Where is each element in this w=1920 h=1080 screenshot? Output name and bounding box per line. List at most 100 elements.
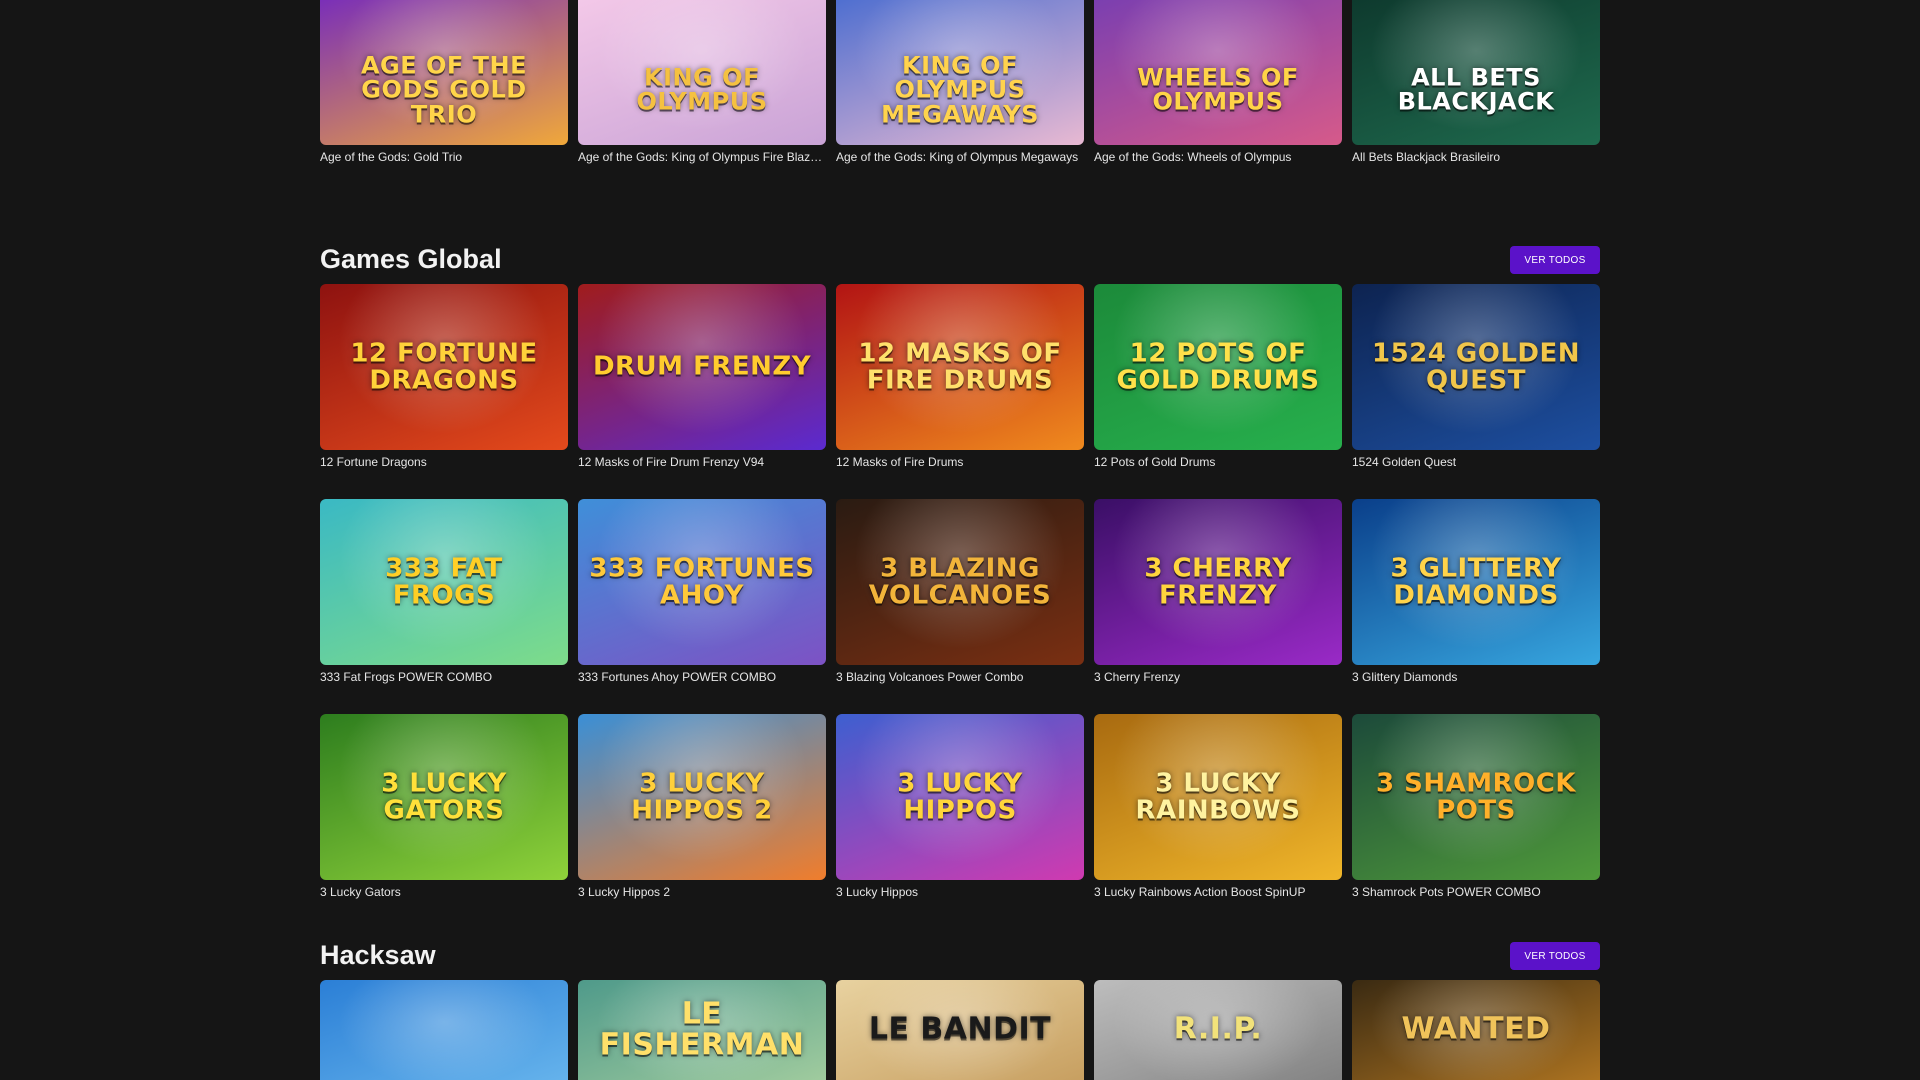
game-grid-games-global: 12 FORTUNE DRAGONS 12 Fortune Dragons DRUM… bbox=[320, 284, 1600, 899]
game-logo-text: 3 GLITTERY DIAMONDS bbox=[1390, 553, 1562, 610]
game-logo-text: KING OF OLYMPUS bbox=[636, 63, 768, 116]
game-logo-text: KING OF OLYMPUS MEGAWAYS bbox=[881, 51, 1039, 129]
game-thumbnail[interactable]: 3 LUCKY RAINBOWS bbox=[1094, 714, 1342, 880]
game-logo-text: 333 FAT FROGS bbox=[385, 553, 503, 610]
casino-page: AGE OF THE GODS GOLD TRIO Age of the Gods… bbox=[0, 0, 1920, 1080]
game-logo-text: 3 BLAZING VOLCANOES bbox=[868, 553, 1052, 610]
game-card[interactable]: 3 LUCKY HIPPOS 2 3 Lucky Hippos 2 bbox=[578, 714, 826, 899]
game-logo-text: 3 SHAMROCK POTS bbox=[1376, 768, 1576, 825]
game-card[interactable]: 3 GLITTERY DIAMONDS 3 Glittery Diamonds bbox=[1352, 499, 1600, 684]
game-thumbnail[interactable]: KING OF OLYMPUS MEGAWAYS bbox=[836, 0, 1084, 145]
game-thumbnail[interactable]: LE FISHERMAN bbox=[578, 980, 826, 1080]
game-card[interactable]: 12 POTS OF GOLD DRUMS 12 Pots of Gold Dru… bbox=[1094, 284, 1342, 469]
game-card[interactable]: KING OF OLYMPUS MEGAWAYS Age of the Gods:… bbox=[836, 0, 1084, 164]
game-logo-text: WHEELS OF OLYMPUS bbox=[1137, 63, 1299, 116]
game-logo-text: WANTED bbox=[1401, 1012, 1551, 1048]
see-all-button[interactable]: VER TODOS bbox=[1510, 942, 1600, 970]
game-card[interactable]: 3 BLAZING VOLCANOES 3 Blazing Volcanoes P… bbox=[836, 499, 1084, 684]
game-card[interactable]: 3 LUCKY RAINBOWS 3 Lucky Rainbows Action … bbox=[1094, 714, 1342, 899]
game-card[interactable]: 333 FAT FROGS 333 Fat Frogs POWER COMBO bbox=[320, 499, 568, 684]
game-logo-text: 3 LUCKY HIPPOS 2 bbox=[631, 768, 773, 825]
artwork-glow bbox=[320, 980, 568, 1080]
game-logo-text: DRUM FRENZY bbox=[592, 351, 812, 382]
game-logo-text: R.I.P. bbox=[1173, 1012, 1263, 1048]
game-card[interactable]: AGE OF THE GODS GOLD TRIO Age of the Gods… bbox=[320, 0, 568, 164]
game-card[interactable]: 12 FORTUNE DRAGONS 12 Fortune Dragons bbox=[320, 284, 568, 469]
game-title[interactable]: Age of the Gods: King of Olympus Megaway… bbox=[836, 150, 1084, 164]
game-thumbnail[interactable]: 3 BLAZING VOLCANOES bbox=[836, 499, 1084, 665]
game-thumbnail[interactable]: 3 LUCKY HIPPOS bbox=[836, 714, 1084, 880]
game-logo-text: 3 LUCKY RAINBOWS bbox=[1135, 768, 1301, 825]
game-title[interactable]: 3 Glittery Diamonds bbox=[1352, 670, 1600, 684]
game-title[interactable]: Age of the Gods: Wheels of Olympus bbox=[1094, 150, 1342, 164]
game-thumbnail[interactable]: ALL BETS BLACKJACK bbox=[1352, 0, 1600, 145]
game-title[interactable]: 333 Fortunes Ahoy POWER COMBO bbox=[578, 670, 826, 684]
game-title[interactable]: Age of the Gods: Gold Trio bbox=[320, 150, 568, 164]
game-card[interactable]: 333 FORTUNES AHOY 333 Fortunes Ahoy POWER… bbox=[578, 499, 826, 684]
game-card[interactable]: 12 MASKS OF FIRE DRUMS 12 Masks of Fire D… bbox=[836, 284, 1084, 469]
game-thumbnail[interactable]: 3 GLITTERY DIAMONDS bbox=[1352, 499, 1600, 665]
game-logo-text: 3 LUCKY HIPPOS bbox=[897, 768, 1023, 825]
game-title[interactable]: 3 Lucky Gators bbox=[320, 885, 568, 899]
see-all-button[interactable]: VER TODOS bbox=[1510, 246, 1600, 274]
game-thumbnail[interactable]: WHEELS OF OLYMPUS bbox=[1094, 0, 1342, 145]
game-card[interactable]: ALL BETS BLACKJACK All Bets Blackjack Bra… bbox=[1352, 0, 1600, 164]
game-thumbnail[interactable]: 333 FAT FROGS bbox=[320, 499, 568, 665]
game-title[interactable]: 1524 Golden Quest bbox=[1352, 455, 1600, 469]
game-card[interactable] bbox=[320, 980, 568, 1080]
game-card[interactable]: WANTED bbox=[1352, 980, 1600, 1080]
game-title[interactable]: 3 Shamrock Pots POWER COMBO bbox=[1352, 885, 1600, 899]
game-logo-text: 12 MASKS OF FIRE DRUMS bbox=[858, 338, 1062, 395]
game-card[interactable]: WHEELS OF OLYMPUS Age of the Gods: Wheels… bbox=[1094, 0, 1342, 164]
game-title[interactable]: 333 Fat Frogs POWER COMBO bbox=[320, 670, 568, 684]
game-thumbnail[interactable]: 12 MASKS OF FIRE DRUMS bbox=[836, 284, 1084, 450]
game-title[interactable]: 3 Lucky Rainbows Action Boost SpinUP bbox=[1094, 885, 1342, 899]
game-thumbnail[interactable]: 3 LUCKY GATORS bbox=[320, 714, 568, 880]
game-grid-hacksaw: LE FISHERMAN LE BANDIT R.I.P. WANTED bbox=[320, 980, 1600, 1080]
game-thumbnail[interactable]: 1524 GOLDEN QUEST bbox=[1352, 284, 1600, 450]
game-logo-text: 1524 GOLDEN QUEST bbox=[1371, 338, 1581, 395]
game-thumbnail[interactable]: KING OF OLYMPUS bbox=[578, 0, 826, 145]
game-logo-text: 3 LUCKY GATORS bbox=[381, 768, 507, 825]
game-title[interactable]: 3 Cherry Frenzy bbox=[1094, 670, 1342, 684]
game-thumbnail[interactable]: AGE OF THE GODS GOLD TRIO bbox=[320, 0, 568, 145]
game-title[interactable]: 3 Lucky Hippos 2 bbox=[578, 885, 826, 899]
game-title[interactable]: 12 Fortune Dragons bbox=[320, 455, 568, 469]
game-card[interactable]: DRUM FRENZY 12 Masks of Fire Drum Frenzy … bbox=[578, 284, 826, 469]
game-card[interactable]: LE FISHERMAN bbox=[578, 980, 826, 1080]
section-header-games-global: Games Global VER TODOS bbox=[320, 244, 1600, 274]
game-title[interactable]: 12 Masks of Fire Drum Frenzy V94 bbox=[578, 455, 826, 469]
game-thumbnail[interactable]: 3 LUCKY HIPPOS 2 bbox=[578, 714, 826, 880]
game-title[interactable]: 3 Blazing Volcanoes Power Combo bbox=[836, 670, 1084, 684]
game-title[interactable]: Age of the Gods: King of Olympus Fire Bl… bbox=[578, 150, 826, 164]
game-thumbnail[interactable]: 3 SHAMROCK POTS bbox=[1352, 714, 1600, 880]
game-title[interactable]: 3 Lucky Hippos bbox=[836, 885, 1084, 899]
game-thumbnail[interactable] bbox=[320, 980, 568, 1080]
section-title: Games Global bbox=[320, 244, 502, 274]
game-card[interactable]: R.I.P. bbox=[1094, 980, 1342, 1080]
game-thumbnail[interactable]: LE BANDIT bbox=[836, 980, 1084, 1080]
game-card[interactable]: 3 SHAMROCK POTS 3 Shamrock Pots POWER COM… bbox=[1352, 714, 1600, 899]
game-title[interactable]: 12 Pots of Gold Drums bbox=[1094, 455, 1342, 469]
section-header-hacksaw: Hacksaw VER TODOS bbox=[320, 940, 1600, 970]
game-thumbnail[interactable]: WANTED bbox=[1352, 980, 1600, 1080]
game-logo-text: 12 FORTUNE DRAGONS bbox=[350, 338, 538, 395]
game-card[interactable]: 3 LUCKY GATORS 3 Lucky Gators bbox=[320, 714, 568, 899]
game-logo-text: 333 FORTUNES AHOY bbox=[589, 553, 815, 610]
game-thumbnail[interactable]: 12 FORTUNE DRAGONS bbox=[320, 284, 568, 450]
game-title[interactable]: 12 Masks of Fire Drums bbox=[836, 455, 1084, 469]
game-logo-text: ALL BETS BLACKJACK bbox=[1397, 63, 1555, 116]
game-card[interactable]: 3 LUCKY HIPPOS 3 Lucky Hippos bbox=[836, 714, 1084, 899]
game-thumbnail[interactable]: DRUM FRENZY bbox=[578, 284, 826, 450]
game-thumbnail[interactable]: 12 POTS OF GOLD DRUMS bbox=[1094, 284, 1342, 450]
game-thumbnail[interactable]: 3 CHERRY FRENZY bbox=[1094, 499, 1342, 665]
game-title[interactable]: All Bets Blackjack Brasileiro bbox=[1352, 150, 1600, 164]
game-thumbnail[interactable]: R.I.P. bbox=[1094, 980, 1342, 1080]
game-thumbnail[interactable]: 333 FORTUNES AHOY bbox=[578, 499, 826, 665]
game-logo-text: 3 CHERRY FRENZY bbox=[1144, 553, 1292, 610]
game-logo-text: 12 POTS OF GOLD DRUMS bbox=[1116, 338, 1320, 395]
game-card[interactable]: KING OF OLYMPUS Age of the Gods: King of … bbox=[578, 0, 826, 164]
game-card[interactable]: LE BANDIT bbox=[836, 980, 1084, 1080]
game-card[interactable]: 3 CHERRY FRENZY 3 Cherry Frenzy bbox=[1094, 499, 1342, 684]
game-card[interactable]: 1524 GOLDEN QUEST 1524 Golden Quest bbox=[1352, 284, 1600, 469]
